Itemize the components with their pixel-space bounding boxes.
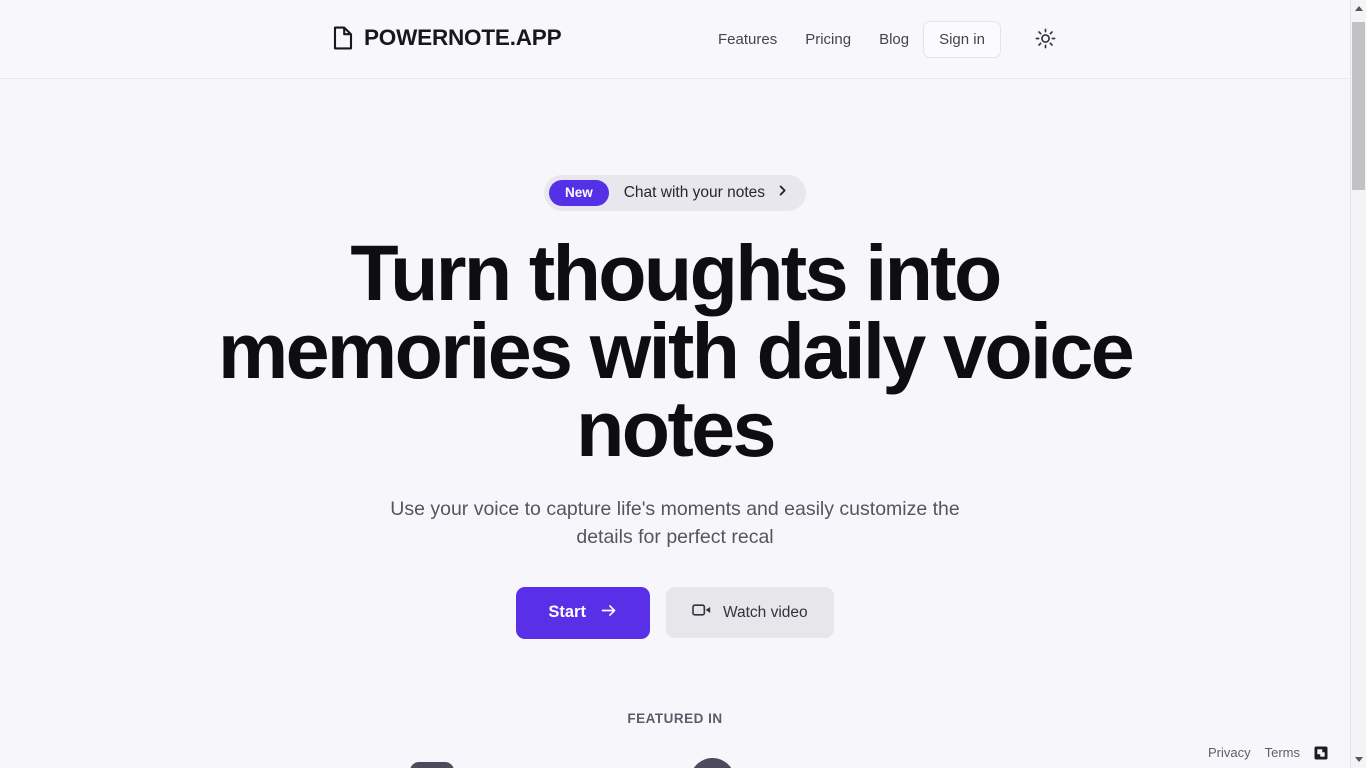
featured-logos-row: YouTube P Product Hunt [0,757,1350,768]
product-hunt-p-icon: P [689,757,735,768]
nav-link-features[interactable]: Features [718,24,777,55]
file-document-icon [332,26,353,50]
brand-logo[interactable]: POWERNOTE.APP [332,24,562,50]
hero-section: New Chat with your notes Turn thoughts i… [0,79,1350,768]
main-navigation: Features Pricing Blog Sign in [718,0,1061,79]
product-hunt-logo: P Product Hunt [689,757,941,768]
vertical-scrollbar[interactable] [1350,0,1366,768]
site-header: POWERNOTE.APP Features Pricing Blog Sign… [0,0,1350,79]
app-badge-icon[interactable] [1314,746,1328,760]
hero-subtitle: Use your voice to capture life's moments… [390,498,960,549]
scrollbar-thumb[interactable] [1352,22,1365,190]
featured-in-label: FEATURED IN [627,710,723,726]
start-button[interactable]: Start [516,586,650,639]
theme-toggle-button[interactable] [1031,25,1061,55]
page-content: POWERNOTE.APP Features Pricing Blog Sign… [0,0,1350,768]
scroll-down-arrow-icon[interactable] [1351,751,1366,768]
footer-link-privacy[interactable]: Privacy [1208,745,1251,760]
browser-viewport: POWERNOTE.APP Features Pricing Blog Sign… [0,0,1366,768]
watch-video-button[interactable]: Watch video [665,587,834,639]
product-hunt-wordmark: Product Hunt [751,762,941,768]
arrow-right-icon [599,602,618,624]
chevron-right-icon [776,184,789,202]
watch-video-label: Watch video [722,603,808,621]
badge-text: Chat with your notes [623,183,766,201]
nav-link-blog[interactable]: Blog [879,24,909,55]
sun-icon [1035,28,1056,52]
footer-link-terms[interactable]: Terms [1265,745,1300,760]
header-inner: POWERNOTE.APP Features Pricing Blog Sign… [0,0,1350,79]
nav-link-pricing[interactable]: Pricing [805,24,851,55]
youtube-logo: YouTube [410,762,594,768]
video-camera-icon [692,602,712,623]
sign-in-button[interactable]: Sign in [923,21,1001,58]
brand-name: POWERNOTE.APP [364,24,562,50]
scroll-up-arrow-icon[interactable] [1351,0,1366,17]
badge-new-pill: New [548,180,609,206]
footer-links: Privacy Terms [1208,745,1328,760]
youtube-wordmark: YouTube [470,762,594,768]
announcement-badge[interactable]: New Chat with your notes [543,175,807,211]
start-button-label: Start [548,603,586,622]
youtube-play-icon [410,762,454,768]
cta-row: Start Watch video [0,586,1350,639]
page-title: Turn thoughts into memories with daily v… [217,227,1135,473]
